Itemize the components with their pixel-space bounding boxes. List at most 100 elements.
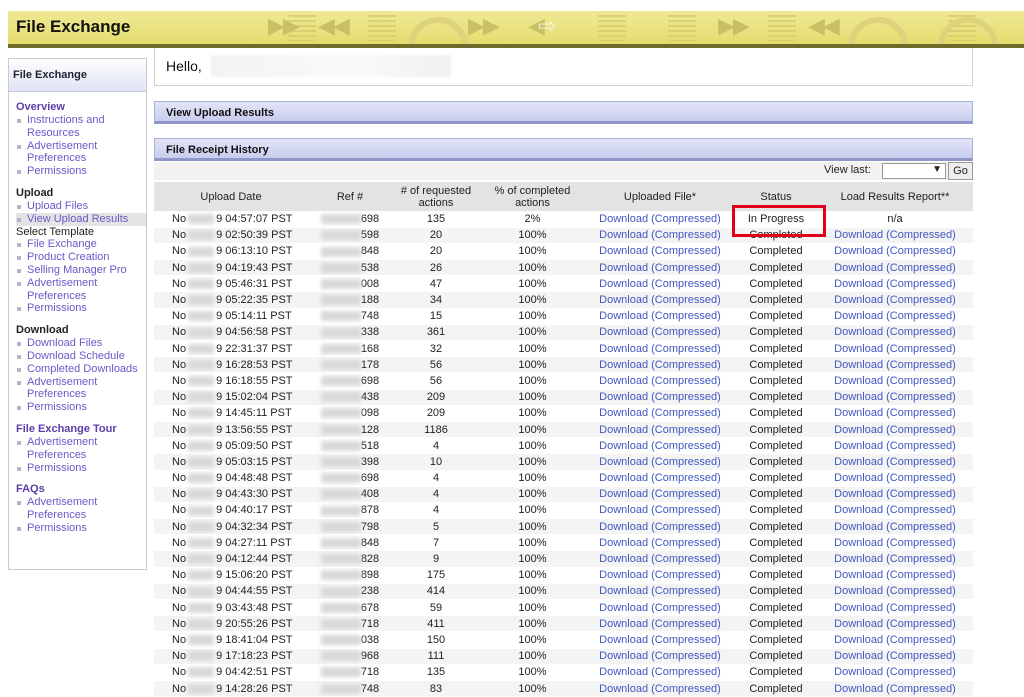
download-compressed-link[interactable]: (Compressed) — [651, 585, 721, 597]
download-link[interactable]: Download — [599, 359, 648, 371]
download-compressed-link[interactable]: (Compressed) — [651, 229, 721, 241]
download-link[interactable]: Download — [599, 310, 648, 322]
report-download-compressed-link[interactable]: (Compressed) — [886, 504, 956, 516]
sidebar-item[interactable]: Selling Manager Pro — [16, 264, 146, 277]
download-compressed-link[interactable]: (Compressed) — [651, 310, 721, 322]
sidebar-item[interactable]: Permissions — [16, 165, 146, 178]
report-download-link[interactable]: Download — [834, 229, 883, 241]
report-download-compressed-link[interactable]: (Compressed) — [886, 343, 956, 355]
report-download-compressed-link[interactable]: (Compressed) — [886, 310, 956, 322]
report-download-link[interactable]: Download — [834, 666, 883, 678]
download-link[interactable]: Download — [599, 537, 648, 549]
report-download-link[interactable]: Download — [834, 294, 883, 306]
download-compressed-link[interactable]: (Compressed) — [651, 343, 721, 355]
sidebar-item[interactable]: Completed Downloads — [16, 363, 146, 376]
download-compressed-link[interactable]: (Compressed) — [651, 278, 721, 290]
download-compressed-link[interactable]: (Compressed) — [651, 375, 721, 387]
download-link[interactable]: Download — [599, 343, 648, 355]
download-compressed-link[interactable]: (Compressed) — [651, 650, 721, 662]
download-link[interactable]: Download — [599, 504, 648, 516]
download-compressed-link[interactable]: (Compressed) — [651, 666, 721, 678]
report-download-link[interactable]: Download — [834, 472, 883, 484]
sidebar-item[interactable]: Instructions and Resources — [16, 114, 146, 140]
download-link[interactable]: Download — [599, 278, 648, 290]
sidebar-item[interactable]: Permissions — [16, 401, 146, 414]
report-download-link[interactable]: Download — [834, 359, 883, 371]
view-last-select[interactable]: ▼ — [882, 163, 946, 179]
download-compressed-link[interactable]: (Compressed) — [651, 683, 721, 695]
download-link[interactable]: Download — [599, 488, 648, 500]
report-download-compressed-link[interactable]: (Compressed) — [886, 245, 956, 257]
download-compressed-link[interactable]: (Compressed) — [651, 618, 721, 630]
download-compressed-link[interactable]: (Compressed) — [651, 537, 721, 549]
download-compressed-link[interactable]: (Compressed) — [651, 245, 721, 257]
sidebar-item[interactable]: Advertisement Preferences — [16, 436, 146, 462]
sidebar-item[interactable]: View Upload Results — [16, 212, 146, 226]
sidebar-item[interactable]: Permissions — [16, 462, 146, 475]
download-compressed-link[interactable]: (Compressed) — [651, 213, 721, 225]
report-download-link[interactable]: Download — [834, 262, 883, 274]
download-link[interactable]: Download — [599, 326, 648, 338]
download-compressed-link[interactable]: (Compressed) — [651, 440, 721, 452]
download-link[interactable]: Download — [599, 375, 648, 387]
report-download-compressed-link[interactable]: (Compressed) — [886, 424, 956, 436]
report-download-compressed-link[interactable]: (Compressed) — [886, 488, 956, 500]
download-compressed-link[interactable]: (Compressed) — [651, 391, 721, 403]
report-download-compressed-link[interactable]: (Compressed) — [886, 278, 956, 290]
download-link[interactable]: Download — [599, 424, 648, 436]
report-download-link[interactable]: Download — [834, 521, 883, 533]
sidebar-item[interactable]: Permissions — [16, 522, 146, 535]
download-compressed-link[interactable]: (Compressed) — [651, 456, 721, 468]
sidebar-item[interactable]: Download Schedule — [16, 350, 146, 363]
report-download-link[interactable]: Download — [834, 634, 883, 646]
report-download-link[interactable]: Download — [834, 424, 883, 436]
download-link[interactable]: Download — [599, 391, 648, 403]
sidebar-item[interactable]: File Exchange — [16, 238, 146, 251]
report-download-link[interactable]: Download — [834, 618, 883, 630]
download-link[interactable]: Download — [599, 634, 648, 646]
go-button[interactable]: Go — [948, 162, 973, 180]
report-download-compressed-link[interactable]: (Compressed) — [886, 375, 956, 387]
download-compressed-link[interactable]: (Compressed) — [651, 294, 721, 306]
report-download-compressed-link[interactable]: (Compressed) — [886, 326, 956, 338]
download-link[interactable]: Download — [599, 294, 648, 306]
sidebar-item[interactable]: Advertisement Preferences — [16, 496, 146, 522]
report-download-link[interactable]: Download — [834, 245, 883, 257]
report-download-link[interactable]: Download — [834, 585, 883, 597]
report-download-compressed-link[interactable]: (Compressed) — [886, 456, 956, 468]
report-download-compressed-link[interactable]: (Compressed) — [886, 262, 956, 274]
download-link[interactable]: Download — [599, 618, 648, 630]
report-download-compressed-link[interactable]: (Compressed) — [886, 294, 956, 306]
report-download-compressed-link[interactable]: (Compressed) — [886, 585, 956, 597]
sidebar-heading[interactable]: Overview — [16, 100, 146, 114]
download-link[interactable]: Download — [599, 213, 648, 225]
report-download-link[interactable]: Download — [834, 488, 883, 500]
sidebar-item[interactable]: Advertisement Preferences — [16, 277, 146, 303]
download-link[interactable]: Download — [599, 521, 648, 533]
download-link[interactable]: Download — [599, 569, 648, 581]
download-compressed-link[interactable]: (Compressed) — [651, 602, 721, 614]
download-compressed-link[interactable]: (Compressed) — [651, 407, 721, 419]
report-download-compressed-link[interactable]: (Compressed) — [886, 537, 956, 549]
report-download-link[interactable]: Download — [834, 310, 883, 322]
report-download-link[interactable]: Download — [834, 375, 883, 387]
report-download-compressed-link[interactable]: (Compressed) — [886, 229, 956, 241]
download-link[interactable]: Download — [599, 553, 648, 565]
download-compressed-link[interactable]: (Compressed) — [651, 424, 721, 436]
report-download-link[interactable]: Download — [834, 343, 883, 355]
report-download-compressed-link[interactable]: (Compressed) — [886, 391, 956, 403]
report-download-link[interactable]: Download — [834, 504, 883, 516]
report-download-link[interactable]: Download — [834, 407, 883, 419]
download-compressed-link[interactable]: (Compressed) — [651, 504, 721, 516]
report-download-compressed-link[interactable]: (Compressed) — [886, 472, 956, 484]
download-link[interactable]: Download — [599, 602, 648, 614]
sidebar-item[interactable]: Advertisement Preferences — [16, 376, 146, 402]
report-download-compressed-link[interactable]: (Compressed) — [886, 602, 956, 614]
download-compressed-link[interactable]: (Compressed) — [651, 359, 721, 371]
sidebar-item[interactable]: Product Creation — [16, 251, 146, 264]
report-download-link[interactable]: Download — [834, 569, 883, 581]
report-download-link[interactable]: Download — [834, 278, 883, 290]
report-download-link[interactable]: Download — [834, 553, 883, 565]
report-download-compressed-link[interactable]: (Compressed) — [886, 666, 956, 678]
report-download-compressed-link[interactable]: (Compressed) — [886, 553, 956, 565]
